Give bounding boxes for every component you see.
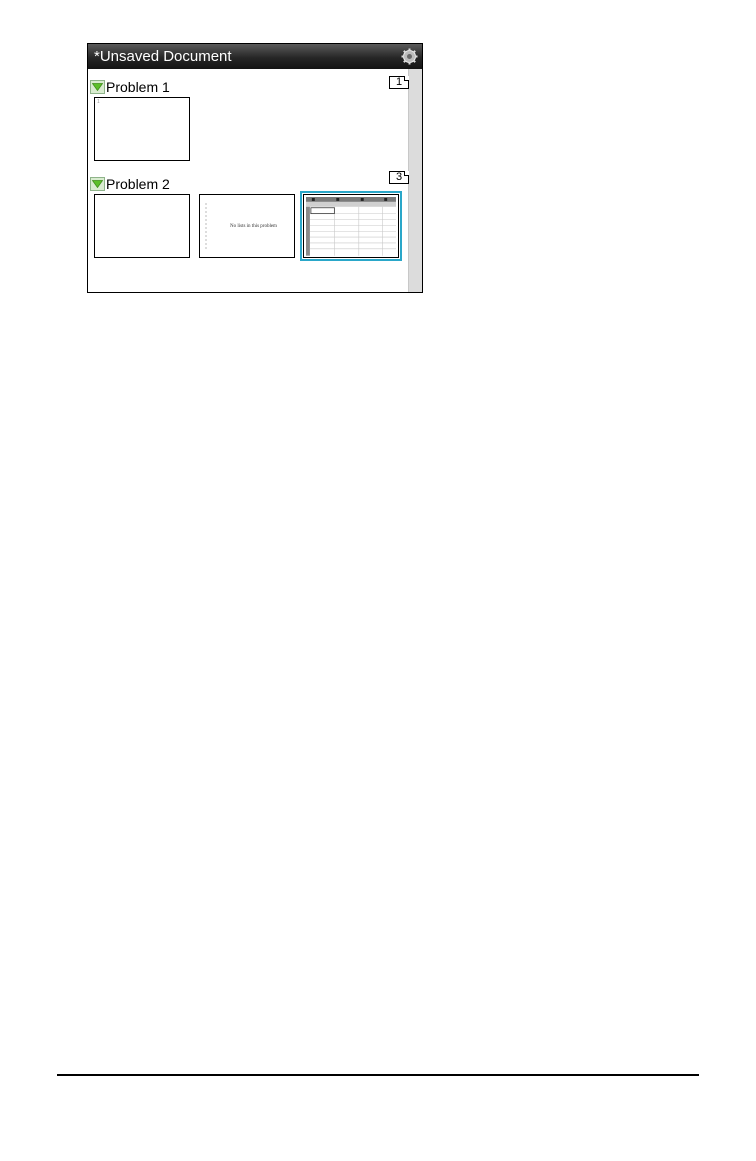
vertical-scrollbar[interactable] <box>408 69 422 292</box>
page-number: 1 <box>97 99 100 105</box>
page-thumbnail-2-3[interactable] <box>300 191 402 261</box>
page-count-value: 3 <box>395 171 403 183</box>
page-count-badge: 3 <box>389 171 409 184</box>
page-thumbnail-1-1[interactable]: 1 <box>94 97 190 161</box>
spreadsheet-preview <box>306 197 396 256</box>
document-browser: *Unsaved Document Problem 1 1 1 Problem <box>87 43 423 293</box>
page-count-value: 1 <box>395 76 403 88</box>
document-title: *Unsaved Document <box>94 48 232 65</box>
no-lists-message: No lists in this problem <box>230 224 277 229</box>
problem-1-label: Problem 1 <box>106 79 170 95</box>
problem-2-label: Problem 2 <box>106 176 170 192</box>
title-bar: *Unsaved Document <box>88 44 422 69</box>
triangle-down-icon[interactable] <box>90 80 105 94</box>
triangle-down-icon[interactable] <box>90 177 105 191</box>
problem-1-header[interactable]: Problem 1 <box>90 78 170 96</box>
page-thumbnail-2-2[interactable]: No lists in this problem <box>199 194 295 258</box>
gear-icon[interactable] <box>401 48 418 65</box>
page-count-badge: 1 <box>389 76 409 89</box>
page-thumbnail-2-1[interactable] <box>94 194 190 258</box>
problem-2-header[interactable]: Problem 2 <box>90 175 170 193</box>
axis-label-icon <box>205 203 207 251</box>
page-footer-rule <box>57 1074 699 1076</box>
